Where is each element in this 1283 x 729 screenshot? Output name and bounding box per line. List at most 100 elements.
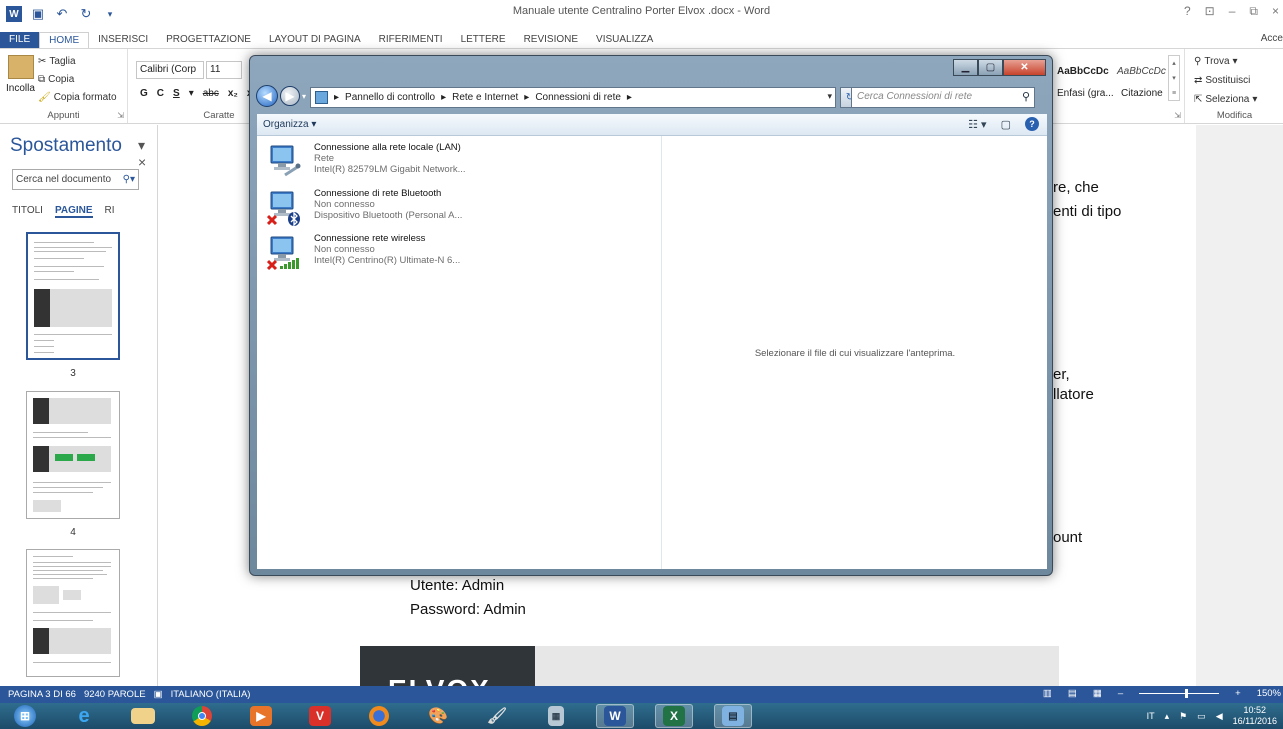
style-quote-preview[interactable]: AaBbCcDc bbox=[1117, 66, 1166, 77]
language-status[interactable]: ITALIANO (ITALIA) bbox=[171, 689, 251, 700]
read-mode-icon[interactable]: ▥ bbox=[1043, 688, 1052, 699]
tab-layout[interactable]: LAYOUT DI PAGINA bbox=[260, 32, 370, 48]
paint-icon[interactable]: 🎨 bbox=[419, 704, 457, 728]
show-hidden-icons-icon[interactable]: ▴ bbox=[1165, 711, 1170, 722]
chrome-icon[interactable] bbox=[183, 704, 221, 728]
tab-mailings[interactable]: LETTERE bbox=[452, 32, 515, 48]
connection-item-bluetooth[interactable]: Connessione di rete Bluetooth Non connes… bbox=[267, 188, 647, 232]
zoom-out-icon[interactable]: – bbox=[1118, 688, 1123, 699]
breadcrumb-separator[interactable]: ▸ bbox=[524, 92, 529, 103]
breadcrumb-separator[interactable]: ▸ bbox=[627, 92, 632, 103]
clock[interactable]: 10:52 16/11/2016 bbox=[1233, 705, 1277, 727]
customize-qat-icon[interactable]: ▾ bbox=[102, 6, 118, 22]
address-bar[interactable]: ▸ Pannello di controllo ▸ Rete e Interne… bbox=[310, 87, 836, 108]
redo-icon[interactable]: ↻ bbox=[78, 6, 94, 22]
paste-button[interactable]: Incolla bbox=[6, 83, 35, 94]
underline-button[interactable]: S bbox=[173, 88, 180, 99]
save-icon[interactable]: ▣ bbox=[30, 6, 46, 22]
vivaldi-icon[interactable]: V bbox=[301, 704, 339, 728]
page-thumbnail[interactable] bbox=[26, 232, 120, 360]
breadcrumb-separator[interactable]: ▸ bbox=[441, 92, 446, 103]
word-app-icon[interactable]: W bbox=[6, 6, 22, 22]
explorer-maximize-button[interactable]: ▢ bbox=[978, 59, 1003, 76]
styles-scroll-icon[interactable]: ▴ ▾ ≡ bbox=[1168, 55, 1180, 101]
print-layout-icon[interactable]: ▤ bbox=[1068, 688, 1077, 699]
input-language[interactable]: IT bbox=[1147, 711, 1155, 721]
breadcrumb-network-internet[interactable]: Rete e Internet bbox=[452, 92, 518, 103]
explorer-minimize-button[interactable]: ▁ bbox=[953, 59, 978, 76]
help-icon[interactable]: ? bbox=[1025, 117, 1039, 131]
zoom-slider[interactable] bbox=[1139, 689, 1220, 698]
search-icon[interactable]: ⚲▾ bbox=[123, 174, 135, 185]
breadcrumb-control-panel[interactable]: Pannello di controllo bbox=[345, 92, 435, 103]
network-icon[interactable]: ▭ bbox=[1197, 711, 1206, 722]
underline-dropdown-icon[interactable]: ▾ bbox=[189, 88, 194, 99]
tab-review[interactable]: REVISIONE bbox=[515, 32, 587, 48]
word-count-status[interactable]: 9240 PAROLE bbox=[84, 689, 146, 700]
tab-file[interactable]: FILE bbox=[0, 32, 40, 48]
nav-options-and-close-icon[interactable]: ▾ × bbox=[138, 137, 157, 170]
style-emphasis-preview[interactable]: AaBbCcDc bbox=[1057, 66, 1109, 77]
connection-item-lan[interactable]: Connessione alla rete locale (LAN) Rete … bbox=[267, 142, 647, 186]
internet-explorer-icon[interactable]: e bbox=[65, 704, 103, 728]
italic-button[interactable]: C bbox=[157, 88, 164, 99]
tab-home[interactable]: HOME bbox=[39, 32, 90, 48]
cut-button[interactable]: ✂ Taglia bbox=[38, 53, 76, 69]
help-icon[interactable]: ? bbox=[1184, 4, 1191, 19]
proofing-icon[interactable]: ▣ bbox=[154, 689, 163, 700]
search-connections-input[interactable]: Cerca Connessioni di rete ⚲ bbox=[851, 87, 1035, 108]
nav-tab-headings[interactable]: TITOLI bbox=[12, 205, 43, 218]
file-explorer-icon[interactable] bbox=[124, 704, 162, 728]
zoom-in-icon[interactable]: + bbox=[1235, 688, 1241, 699]
subscript-button[interactable]: x₂ bbox=[228, 88, 238, 99]
firefox-icon[interactable] bbox=[360, 704, 398, 728]
recent-pages-dropdown-icon[interactable]: ▾ bbox=[302, 92, 306, 101]
address-history-dropdown-icon[interactable]: ▾ bbox=[827, 91, 832, 102]
font-name-select[interactable]: Calibri (Corp bbox=[136, 61, 204, 79]
format-painter-button[interactable]: 🖌 Copia formato bbox=[38, 89, 117, 105]
ribbon-display-icon[interactable]: ⊡ bbox=[1205, 4, 1215, 19]
nav-search-input[interactable]: Cerca nel documento ⚲▾ bbox=[12, 169, 139, 190]
excel-taskbar-icon[interactable]: X bbox=[655, 704, 693, 728]
paint-brush-icon[interactable]: 🖌 bbox=[478, 704, 516, 728]
breadcrumb-network-connections[interactable]: Connessioni di rete bbox=[535, 92, 621, 103]
account-link[interactable]: Acce bbox=[1261, 33, 1283, 44]
tab-insert[interactable]: INSERISCI bbox=[89, 32, 157, 48]
tab-view[interactable]: VISUALIZZA bbox=[587, 32, 662, 48]
tab-references[interactable]: RIFERIMENTI bbox=[370, 32, 452, 48]
page-count-status[interactable]: PAGINA 3 DI 66 bbox=[8, 689, 76, 700]
calculator-icon[interactable]: ▦ bbox=[537, 704, 575, 728]
select-button[interactable]: ⇱ Seleziona ▾ bbox=[1194, 91, 1257, 107]
volume-icon[interactable]: ◀ bbox=[1216, 711, 1223, 722]
nav-tab-pages[interactable]: PAGINE bbox=[54, 205, 93, 218]
clipboard-launcher-icon[interactable]: ⇲ bbox=[117, 111, 124, 120]
preview-pane-icon[interactable]: ▢ bbox=[1001, 118, 1011, 131]
search-icon[interactable]: ⚲ bbox=[1022, 90, 1030, 103]
find-button[interactable]: ⚲ Trova ▾ bbox=[1194, 53, 1238, 69]
font-size-select[interactable]: 11 bbox=[206, 61, 242, 79]
explorer-close-button[interactable]: ✕ bbox=[1003, 59, 1046, 76]
connection-item-wireless[interactable]: Connessione rete wireless Non connesso I… bbox=[267, 233, 647, 277]
minimize-icon[interactable]: – bbox=[1229, 4, 1236, 19]
bold-button[interactable]: G bbox=[140, 88, 148, 99]
tab-design[interactable]: PROGETTAZIONE bbox=[157, 32, 260, 48]
network-connections-window[interactable]: ▁ ▢ ✕ ◀ ▶ ▾ ▸ Pannello di controllo ▸ Re… bbox=[249, 55, 1053, 576]
back-arrow-icon[interactable]: ◀ bbox=[256, 85, 278, 107]
restore-icon[interactable]: ⧉ bbox=[1249, 4, 1258, 19]
start-orb-icon[interactable]: ⊞ bbox=[6, 704, 44, 728]
action-center-icon[interactable]: ⚑ bbox=[1179, 711, 1187, 722]
media-center-icon[interactable]: ▶ bbox=[242, 704, 280, 728]
organize-menu[interactable]: Organizza ▾ bbox=[263, 119, 316, 130]
replace-button[interactable]: ⇄ Sostituisci bbox=[1194, 72, 1250, 88]
undo-icon[interactable]: ↶ bbox=[54, 6, 70, 22]
page-thumbnail[interactable] bbox=[26, 391, 120, 519]
copy-button[interactable]: ⧉ Copia bbox=[38, 71, 74, 87]
breadcrumb-separator[interactable]: ▸ bbox=[334, 92, 339, 103]
strikethrough-button[interactable]: abc bbox=[203, 88, 219, 99]
word-taskbar-icon[interactable]: W bbox=[596, 704, 634, 728]
styles-launcher-icon[interactable]: ⇲ bbox=[1174, 111, 1181, 120]
page-thumbnail[interactable] bbox=[26, 549, 120, 677]
change-view-icon[interactable]: ☷ ▾ bbox=[968, 118, 986, 131]
forward-arrow-icon[interactable]: ▶ bbox=[280, 86, 300, 106]
zoom-level[interactable]: 150% bbox=[1257, 688, 1281, 699]
